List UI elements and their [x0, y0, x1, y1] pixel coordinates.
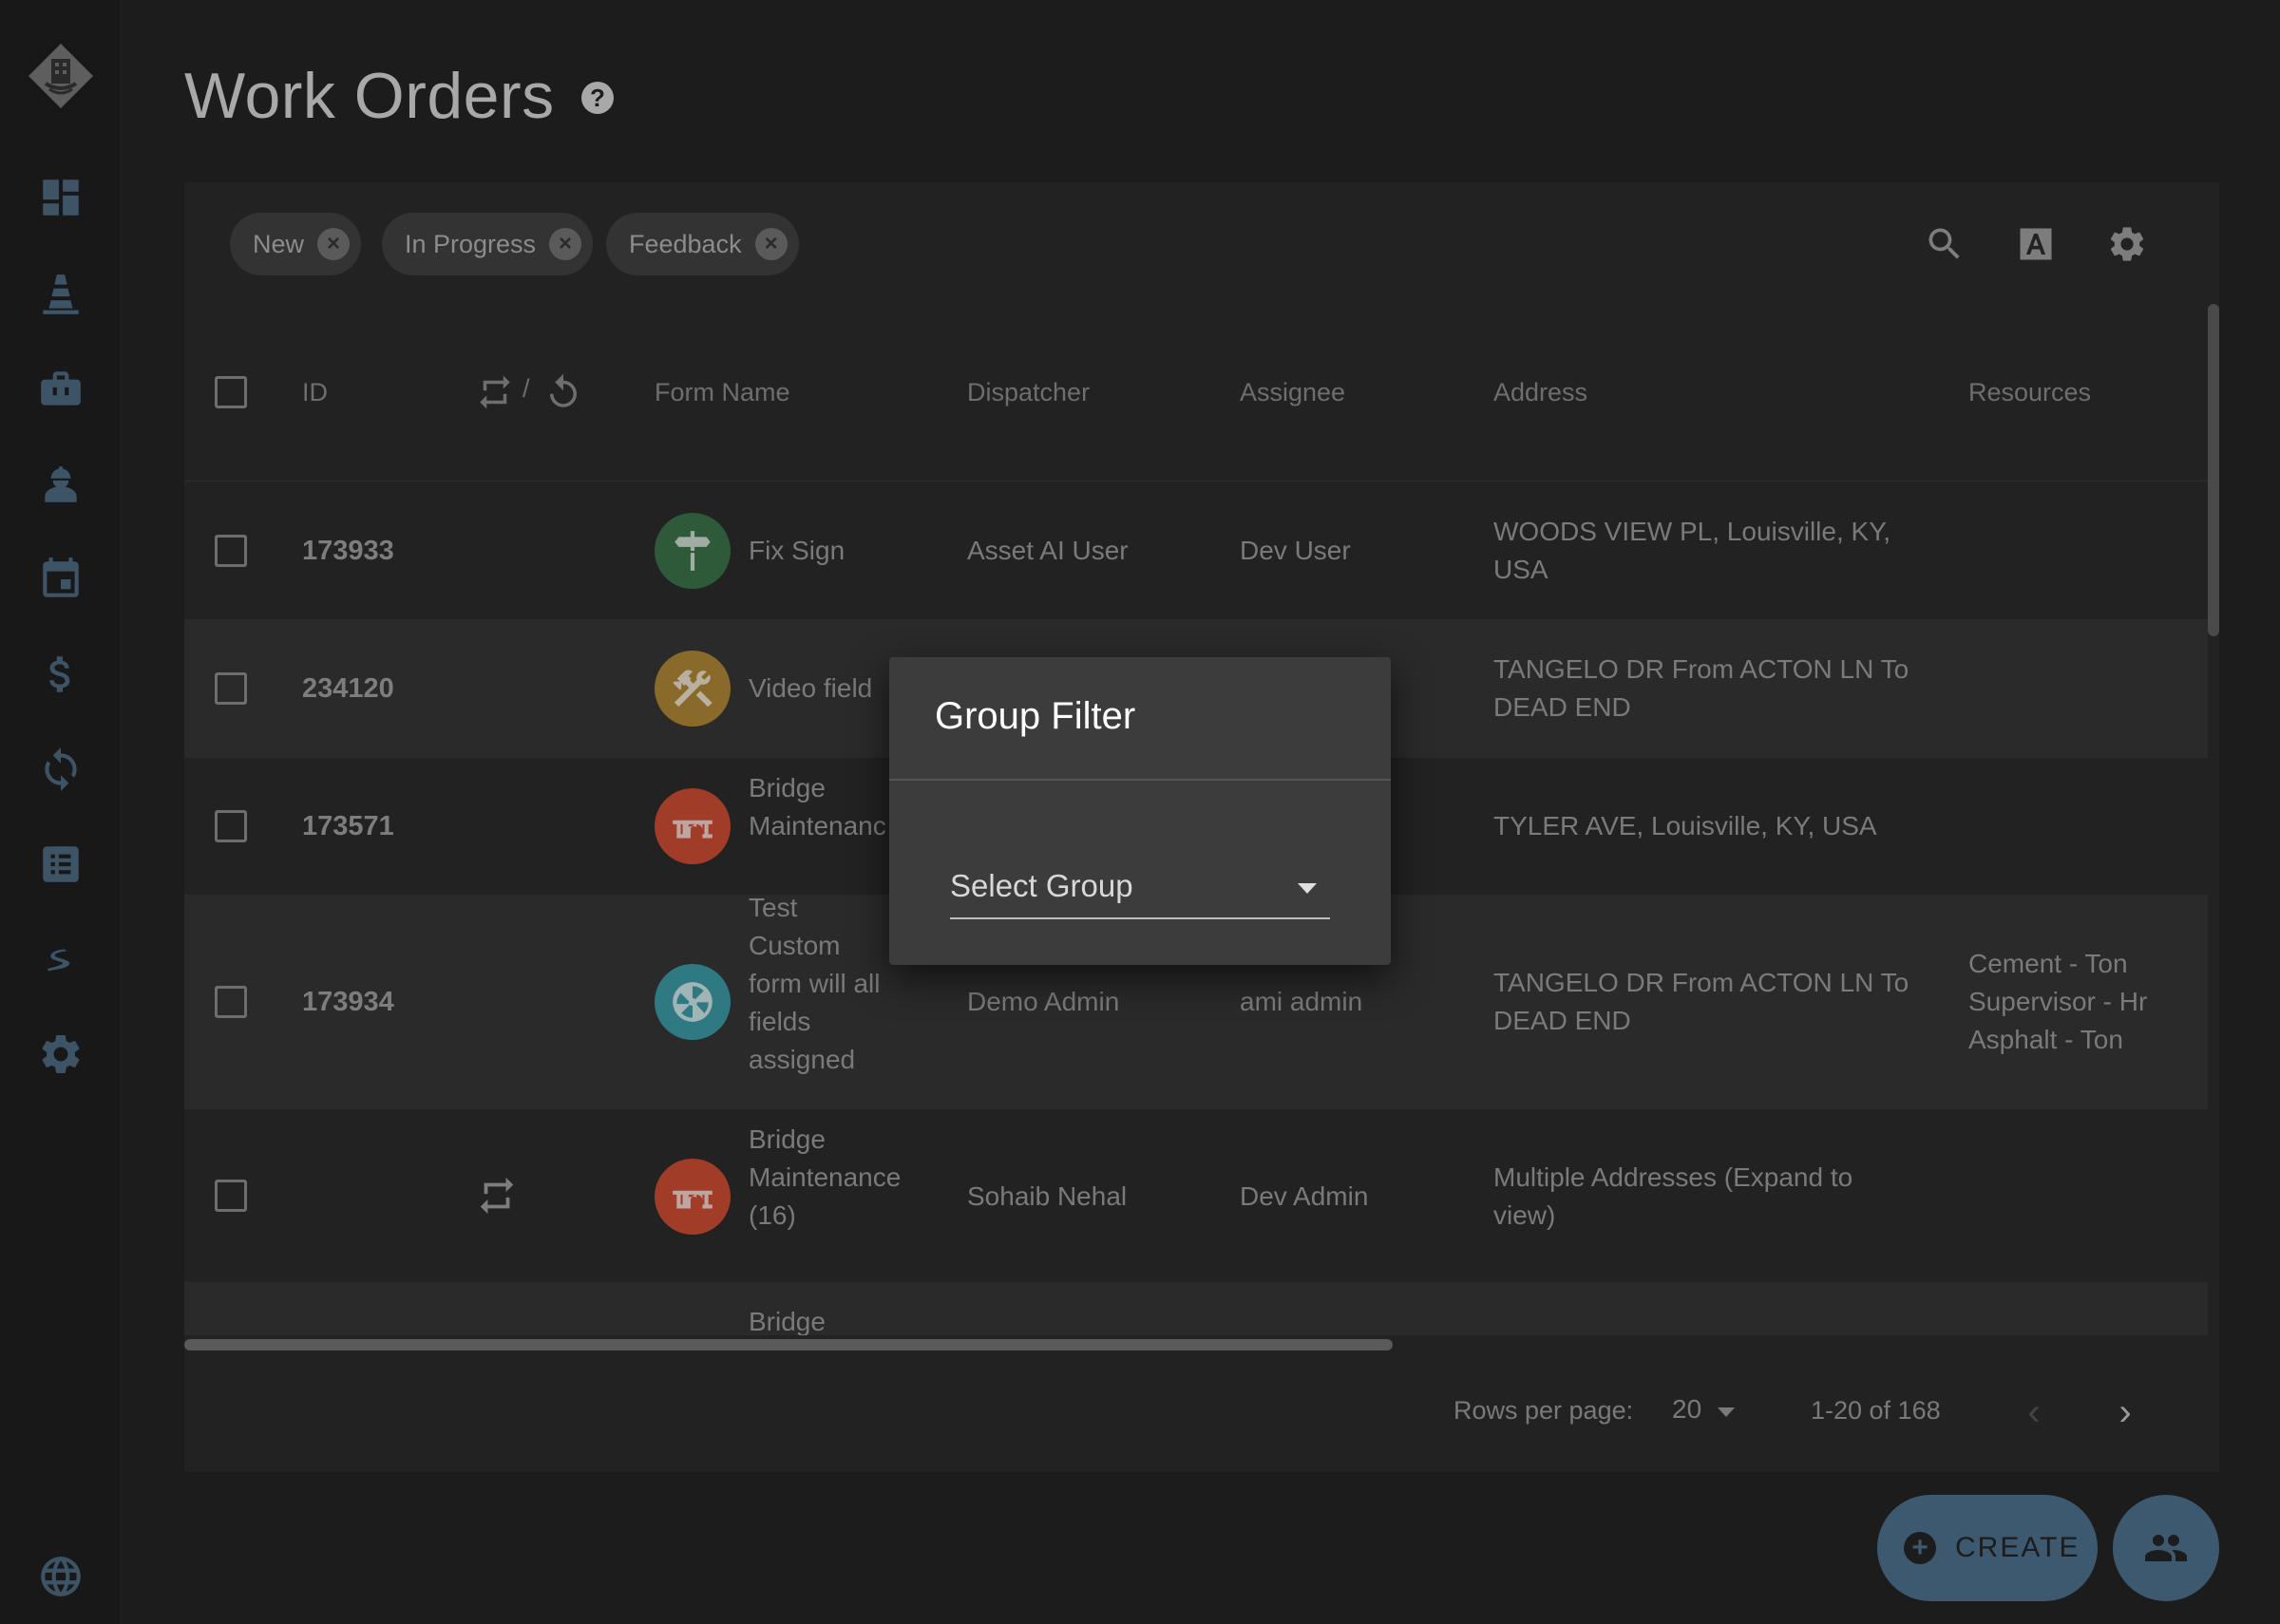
rows-per-page-select[interactable]: 20 [1672, 1394, 1701, 1425]
road-icon[interactable] [32, 931, 89, 988]
row-checkbox[interactable] [215, 535, 247, 567]
divider [184, 481, 2208, 482]
bridge-icon [655, 1159, 731, 1235]
dollar-icon[interactable] [32, 646, 89, 703]
table-row[interactable]: 173933 Fix Sign Asset AI User Dev User W… [184, 482, 2208, 619]
list-icon[interactable] [32, 836, 89, 893]
rows-per-page-label: Rows per page: [1454, 1396, 1634, 1425]
header-resources[interactable]: Resources [1968, 378, 2091, 407]
dialog-title: Group Filter [935, 695, 1136, 737]
row-checkbox[interactable] [215, 672, 247, 705]
page-range: 1-20 of 168 [1811, 1396, 1941, 1425]
divider [889, 779, 1391, 781]
chip-label: In Progress [405, 229, 537, 258]
chip-label: New [253, 229, 305, 258]
calendar-icon[interactable] [32, 551, 89, 608]
vertical-scrollbar[interactable] [2208, 304, 2219, 636]
traffic-cone-icon[interactable] [32, 266, 89, 323]
header-separator: / [522, 374, 530, 403]
filter-chip-in-progress[interactable]: In Progress × [382, 213, 594, 275]
row-dispatcher: Asset AI User [967, 536, 1129, 565]
row-address: WOODS VIEW PL, Louisville, KY, USA [1493, 517, 1891, 584]
filter-chip-feedback[interactable]: Feedback × [606, 213, 799, 275]
horizontal-scrollbar[interactable] [184, 1339, 1393, 1350]
row-checkbox[interactable] [215, 986, 247, 1018]
repeat-icon [475, 1174, 519, 1218]
table-row[interactable]: Bridge Maintenance (16) Sohaib Nehal Dev… [184, 1109, 2208, 1282]
row-form-name: Bridge [749, 1307, 826, 1335]
row-address: TYLER AVE, Louisville, KY, USA [1493, 811, 1877, 840]
sync-icon[interactable] [32, 741, 89, 798]
help-icon[interactable]: ? [581, 82, 614, 114]
row-id: 173933 [302, 536, 394, 566]
chevron-down-icon[interactable] [1718, 1407, 1735, 1417]
settings-icon[interactable] [32, 1026, 89, 1083]
chevron-down-icon[interactable] [1298, 883, 1317, 894]
header-form-name[interactable]: Form Name [655, 378, 790, 407]
row-id: 173571 [302, 811, 394, 841]
row-form-name: Test Custom form will all fields assigne… [749, 893, 881, 1074]
row-assignee: Dev Admin [1240, 1181, 1369, 1211]
close-icon[interactable]: × [549, 228, 582, 260]
app-root: Work Orders ? New × In Progress × Feedba… [0, 0, 2280, 1624]
search-icon[interactable] [1919, 218, 1970, 270]
table-row[interactable]: Bridge [184, 1282, 2208, 1335]
create-button-label: CREATE [1955, 1532, 2080, 1563]
header-assignee[interactable]: Assignee [1240, 378, 1345, 407]
dashboard-icon[interactable] [32, 169, 89, 226]
row-id: 234120 [302, 673, 394, 704]
repeat-icon [475, 372, 515, 412]
create-button[interactable]: + CREATE [1877, 1495, 2098, 1601]
row-dispatcher: Sohaib Nehal [967, 1181, 1128, 1211]
header-address[interactable]: Address [1493, 378, 1587, 407]
filter-chip-new[interactable]: New × [230, 213, 362, 275]
people-icon [2145, 1535, 2187, 1561]
header-dispatcher[interactable]: Dispatcher [967, 378, 1090, 407]
chip-label: Feedback [629, 229, 742, 258]
row-id: 173934 [302, 987, 394, 1017]
settings-icon[interactable] [2101, 218, 2153, 270]
row-form-name: Bridge Maintenanc [749, 773, 886, 840]
font-size-icon[interactable] [2010, 218, 2062, 270]
row-form-name: Fix Sign [749, 536, 846, 565]
row-address: Multiple Addresses (Expand to view) [1493, 1162, 1853, 1230]
tools-icon [655, 651, 731, 727]
select-group-label: Select Group [950, 868, 1133, 903]
row-assignee: ami admin [1240, 987, 1363, 1016]
row-dispatcher: Demo Admin [967, 987, 1120, 1016]
select-all-checkbox[interactable] [215, 376, 247, 408]
header-id[interactable]: ID [302, 378, 328, 407]
row-address: TANGELO DR From ACTON LN To DEAD END [1493, 968, 1910, 1035]
globe-icon[interactable] [32, 1548, 89, 1605]
sidebar [0, 0, 122, 1624]
add-circle-icon: + [1904, 1532, 1936, 1564]
close-icon[interactable]: × [317, 228, 351, 260]
app-logo[interactable] [25, 40, 97, 112]
group-filter-button[interactable] [2113, 1495, 2219, 1601]
row-resources: Cement - Ton Supervisor - Hr Asphalt - T… [1968, 949, 2148, 1054]
row-checkbox[interactable] [215, 810, 247, 842]
worker-icon[interactable] [32, 456, 89, 513]
chevron-right-icon[interactable]: › [2101, 1388, 2149, 1436]
row-checkbox[interactable] [215, 1180, 247, 1212]
group-filter-dialog: Group Filter Select Group [889, 657, 1391, 965]
row-assignee: Dev User [1240, 536, 1351, 565]
close-icon[interactable]: × [754, 228, 788, 260]
chevron-left-icon[interactable]: ‹ [2010, 1388, 2058, 1436]
row-address: TANGELO DR From ACTON LN To DEAD END [1493, 654, 1910, 722]
fan-icon [655, 964, 731, 1040]
signpost-icon [655, 513, 731, 589]
restart-icon [543, 372, 583, 412]
row-form-name: Video field [749, 673, 873, 703]
select-group-dropdown[interactable]: Select Group [950, 868, 1330, 919]
bridge-icon [655, 788, 731, 864]
page-title: Work Orders [184, 60, 555, 132]
toolbox-icon[interactable] [32, 361, 89, 418]
row-form-name: Bridge Maintenance (16) [749, 1124, 902, 1230]
